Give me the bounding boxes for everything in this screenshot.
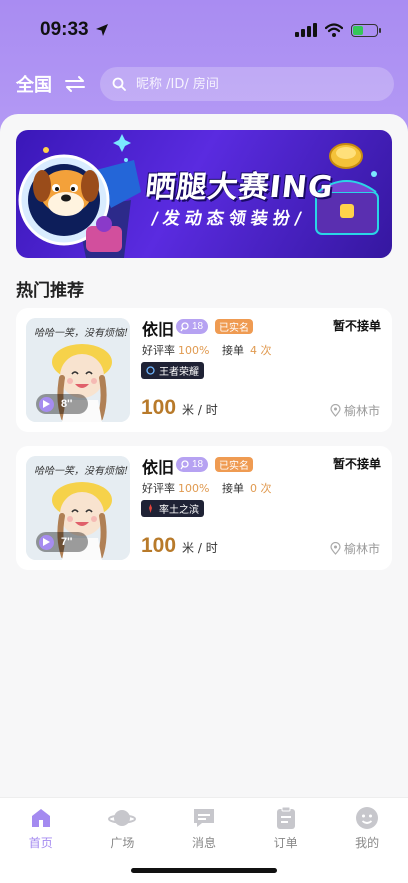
companion-name: 依旧 (142, 458, 175, 477)
stats-row: 好评率 100% 接单 4 次 (142, 344, 272, 357)
stats-row: 好评率 100% 接单 0 次 (142, 482, 272, 495)
gender-age-badge: 18 (176, 457, 209, 472)
price: 100 米 / 时 (141, 534, 218, 557)
signal-icon (295, 23, 317, 37)
order-icon (276, 806, 295, 829)
status-bar: 09:33 (0, 0, 408, 60)
planet-icon (108, 810, 137, 826)
main-content: 晒腿大赛ING /发动态领装扮/ 热门推荐 哈哈一笑，没有烦恼! 8'' 依旧 … (0, 114, 408, 804)
order-status: 暂不接单 (332, 457, 381, 471)
voice-length: 7'' (61, 536, 73, 548)
top-header: 全国 (0, 66, 408, 102)
swap-icon[interactable] (64, 75, 86, 93)
event-banner[interactable]: 晒腿大赛ING /发动态领装扮/ (16, 130, 392, 258)
companion-card[interactable]: 哈哈一笑，没有烦恼! 8'' 依旧 18 已实名 暂不接单 好评率 100% 接单… (16, 308, 392, 432)
location-arrow-icon (95, 24, 108, 36)
game-logo-icon (149, 504, 152, 513)
voice-length: 8'' (61, 398, 73, 410)
game-tag: 王者荣耀 (141, 362, 204, 379)
profile-icon (356, 807, 379, 829)
female-icon (180, 459, 189, 469)
game-tag: 率土之滨 (141, 500, 204, 517)
companion-name: 依旧 (142, 320, 175, 339)
location: 榆林市 (330, 540, 380, 557)
play-icon (39, 396, 54, 412)
photo-caption: 哈哈一笑，没有烦恼! (34, 328, 129, 339)
play-icon (39, 534, 54, 550)
female-icon (180, 321, 189, 331)
verified-badge: 已实名 (215, 457, 253, 472)
order-status: 暂不接单 (332, 319, 381, 333)
region-selector[interactable]: 全国 (16, 71, 52, 97)
banner-title: 晒腿大赛ING (143, 170, 336, 205)
voice-intro-button[interactable]: 8'' (36, 394, 88, 414)
home-indicator (131, 868, 277, 873)
message-icon (193, 809, 214, 827)
location: 榆林市 (330, 402, 380, 419)
game-logo-icon (146, 366, 155, 375)
search-icon (112, 77, 126, 91)
battery-icon (351, 23, 381, 37)
price: 100 米 / 时 (141, 396, 218, 419)
banner-subtitle: /发动态领装扮/ (150, 209, 308, 229)
status-time: 09:33 (40, 19, 89, 40)
tab-home[interactable]: 首页 (0, 798, 82, 883)
verified-badge: 已实名 (215, 319, 253, 334)
wifi-icon (325, 23, 343, 37)
search-bar[interactable] (100, 67, 394, 101)
companion-card[interactable]: 哈哈一笑，没有烦恼! 7'' 依旧 18 已实名 暂不接单 好评率 100% 接单… (16, 446, 392, 570)
gender-age-badge: 18 (176, 319, 209, 334)
avatar[interactable]: 哈哈一笑，没有烦恼! 8'' (26, 318, 130, 422)
location-pin-icon (330, 404, 341, 417)
avatar[interactable]: 哈哈一笑，没有烦恼! 7'' (26, 456, 130, 560)
location-pin-icon (330, 542, 341, 555)
search-input[interactable] (136, 76, 336, 92)
voice-intro-button[interactable]: 7'' (36, 532, 88, 552)
section-title: 热门推荐 (16, 281, 84, 301)
home-icon (31, 809, 50, 827)
photo-caption: 哈哈一笑，没有烦恼! (34, 466, 129, 477)
tab-profile[interactable]: 我的 (326, 798, 408, 883)
